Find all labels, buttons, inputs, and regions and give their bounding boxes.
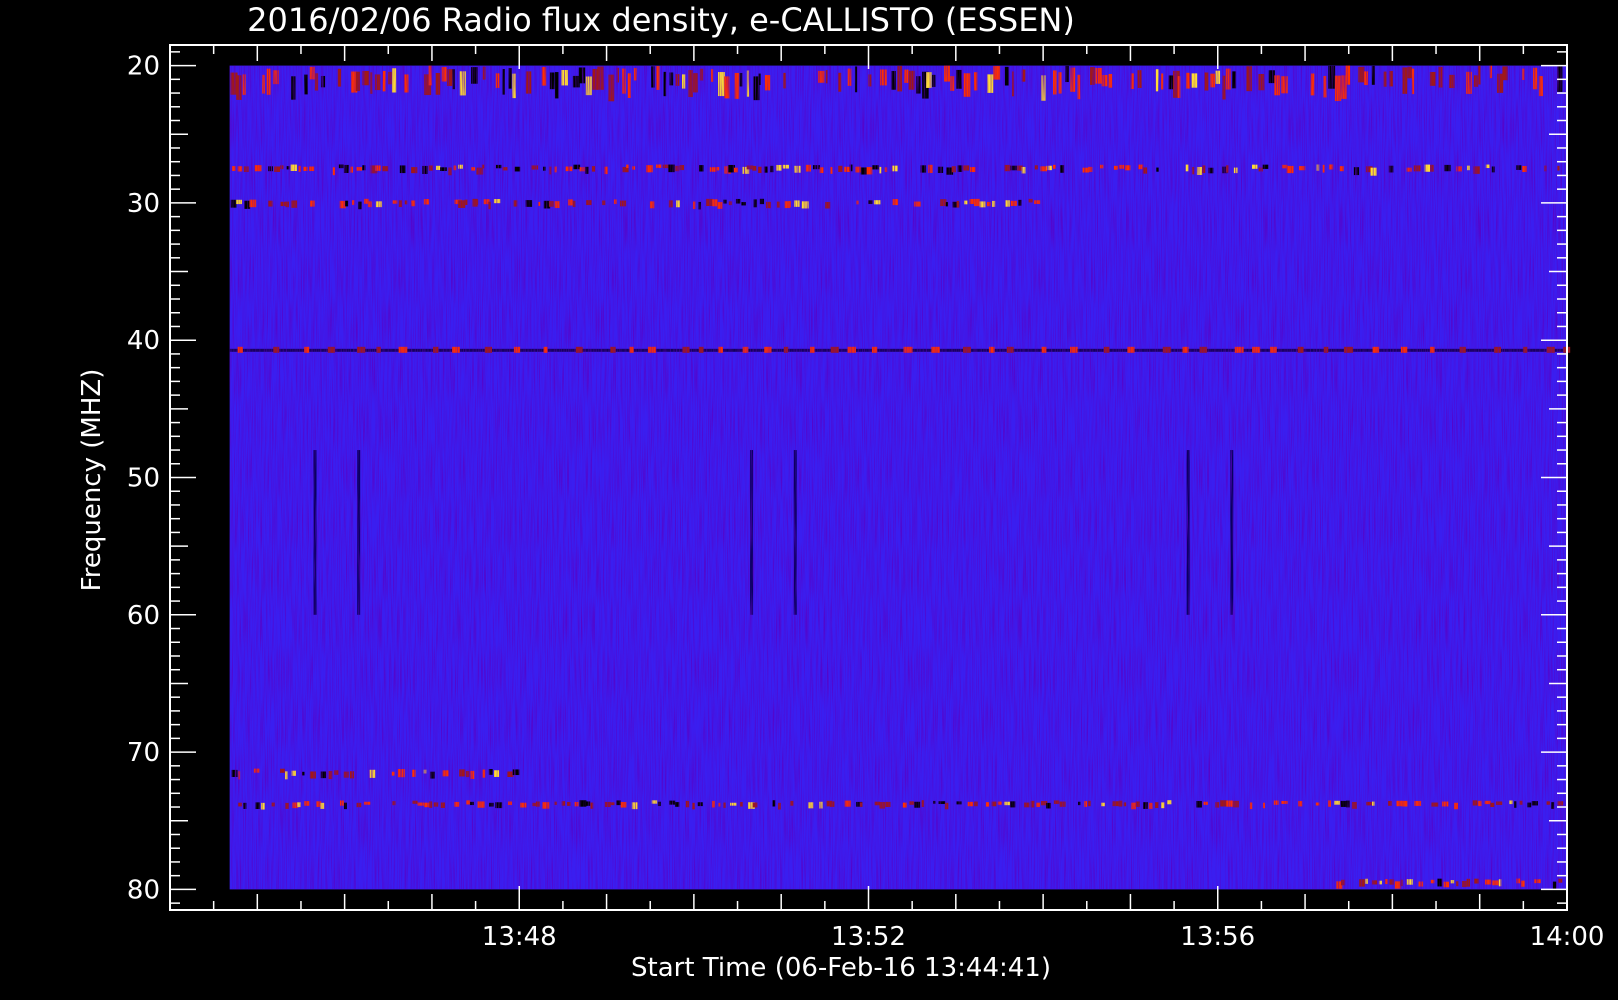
x-tick-label: 13:52 [831, 922, 906, 952]
y-tick-label: 30 [127, 189, 160, 219]
x-tick-label: 13:56 [1180, 922, 1255, 952]
y-axis-label: Frequency (MHZ) [77, 369, 107, 592]
y-tick-label: 70 [127, 738, 160, 768]
y-tick-label: 20 [127, 52, 160, 82]
x-tick-label: 14:00 [1530, 922, 1605, 952]
chart-title: 2016/02/06 Radio flux density, e-CALLIST… [247, 1, 1075, 39]
x-tick-label: 13:48 [482, 922, 557, 952]
y-tick-label: 80 [127, 875, 160, 905]
y-tick-label: 50 [127, 464, 160, 494]
y-tick-label: 40 [127, 326, 160, 356]
y-tick-label: 60 [127, 601, 160, 631]
spectrogram-chart: 2016/02/06 Radio flux density, e-CALLIST… [77, 1, 1605, 983]
spectrogram-noise-texture [229, 65, 1567, 890]
x-axis-label: Start Time (06-Feb-16 13:44:41) [631, 953, 1051, 983]
